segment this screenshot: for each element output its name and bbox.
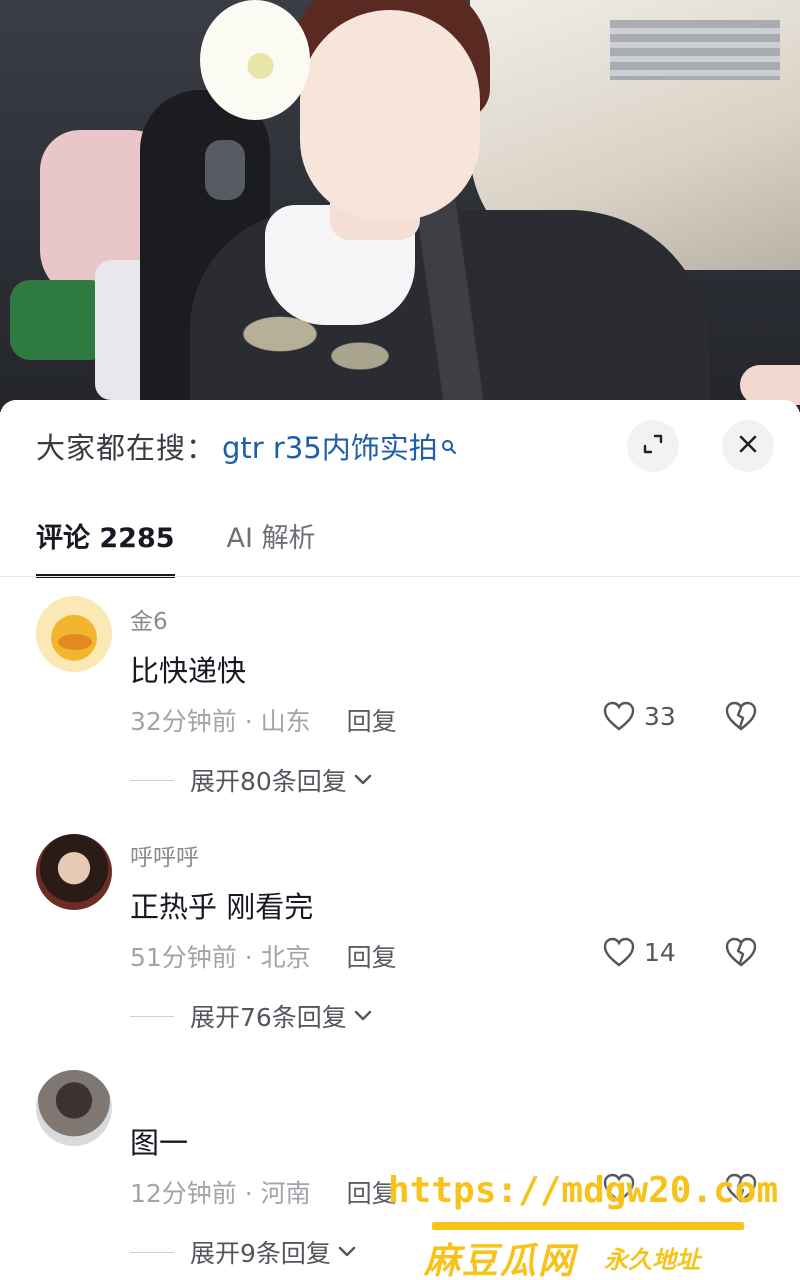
search-icon [441,428,457,454]
tab-comments[interactable]: 评论 2285 [36,512,175,578]
like-count: 14 [644,937,676,967]
watermark-url: https://mdgw20.com [388,1170,779,1211]
like-button[interactable]: 14 [602,936,676,968]
tab-divider [0,576,800,577]
expand-button[interactable] [627,420,679,472]
comment-time-location: 32分钟前 · 山东 [130,707,311,736]
expand-replies-label: 展开76条回复 [190,1003,347,1032]
dislike-button[interactable] [724,700,758,736]
expand-replies-label: 展开80条回复 [190,767,347,796]
comment-sheet: 大家都在搜： gtr r35内饰实拍 评论 2285 AI 解析 金6 比快递快… [0,400,800,1280]
close-icon [737,433,759,459]
comment-text: 比快递快 [130,654,247,688]
chevron-down-icon [338,1246,356,1257]
avatar[interactable] [36,834,112,910]
comment-meta: 12分钟前 · 河南 回复 [130,1174,397,1210]
search-prefix: 大家都在搜： [36,431,217,465]
broken-heart-icon [725,937,757,967]
comment-meta: 32分钟前 · 山东 回复 [130,702,397,738]
comment-author[interactable]: 呼呼呼 [130,838,199,872]
expand-replies[interactable]: 展开76条回复 [130,998,373,1034]
avatar[interactable] [36,596,112,672]
comment-text: 图一 [130,1126,189,1160]
hair-flower [200,0,310,120]
expand-icon [641,432,665,460]
comment-time-location: 51分钟前 · 北京 [130,943,311,972]
comment-time-location: 12分钟前 · 河南 [130,1179,311,1208]
search-suggestion[interactable]: 大家都在搜： gtr r35内饰实拍 [36,426,457,466]
broken-heart-icon [725,701,757,731]
close-button[interactable] [722,420,774,472]
dislike-button[interactable] [724,936,758,972]
comment-text: 正热乎 刚看完 [130,890,314,924]
watermark-subtitle: 永久地址 [604,1246,700,1274]
reply-button[interactable]: 回复 [347,938,397,974]
like-count: 33 [644,701,676,731]
expand-replies-label: 展开9条回复 [190,1239,331,1268]
video-player[interactable] [0,0,800,412]
avatar[interactable] [36,1070,112,1146]
expand-replies[interactable]: 展开9条回复 [130,1234,357,1270]
tab-bar: 评论 2285 AI 解析 [36,512,316,578]
heart-icon [603,701,635,731]
chevron-down-icon [354,1010,372,1021]
search-term-link[interactable]: gtr r35内饰实拍 [222,425,438,467]
heart-icon [603,937,635,967]
comment-author[interactable]: 金6 [130,602,168,636]
reply-button[interactable]: 回复 [347,702,397,738]
chevron-down-icon [354,774,372,785]
like-button[interactable]: 33 [602,700,676,732]
watermark-name: 麻豆瓜网 [424,1241,577,1280]
watermark-bar [432,1222,744,1230]
tab-ai-analysis[interactable]: AI 解析 [227,512,316,578]
expand-replies[interactable]: 展开80条回复 [130,762,373,798]
face [300,10,480,220]
comment-meta: 51分钟前 · 北京 回复 [130,938,397,974]
